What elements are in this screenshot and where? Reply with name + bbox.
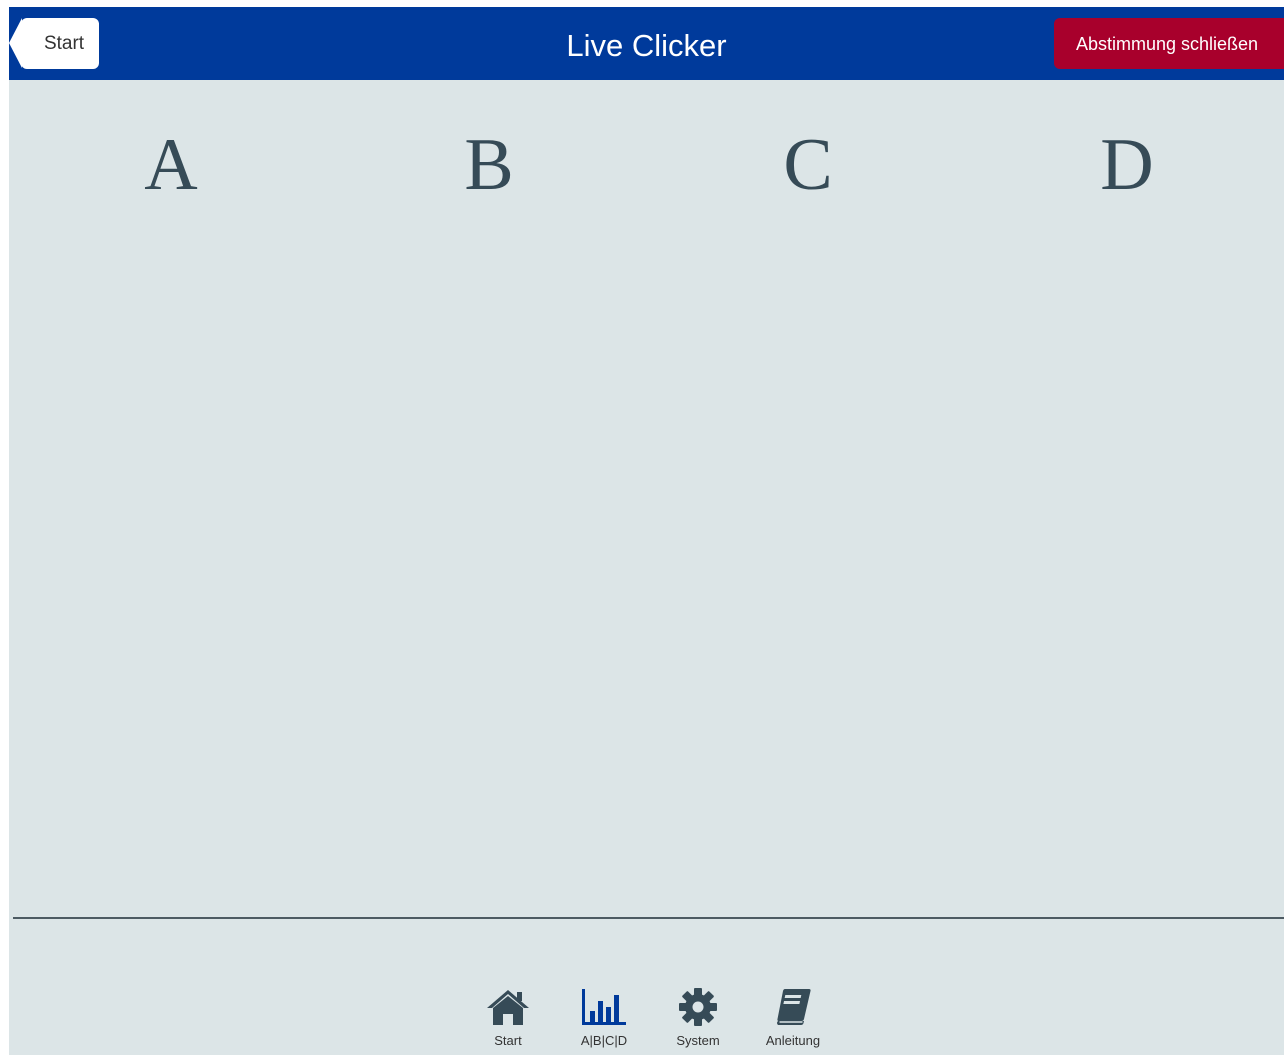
answer-option-b[interactable]: B [389, 117, 589, 227]
answer-option-a[interactable]: A [71, 117, 271, 227]
nav-label-abcd: A|B|C|D [580, 1033, 628, 1048]
gear-icon [679, 988, 717, 1026]
nav-item-system[interactable]: System [658, 987, 738, 1055]
answer-options: A B C D [9, 117, 1284, 227]
book-icon [777, 989, 811, 1025]
home-icon [487, 990, 529, 1025]
answer-option-d[interactable]: D [1027, 117, 1227, 227]
nav-item-anleitung[interactable]: Anleitung [753, 987, 833, 1055]
nav-label-anleitung: Anleitung [765, 1033, 821, 1048]
header-bar: Live Clicker Start Abstimmung schließen [9, 7, 1284, 80]
nav-item-start[interactable]: Start [468, 987, 548, 1055]
nav-label-system: System [676, 1033, 720, 1048]
live-clicker-app: Live Clicker Start Abstimmung schließen … [9, 7, 1284, 1055]
nav-label-start: Start [494, 1033, 522, 1048]
bar-chart-icon [582, 989, 626, 1025]
close-vote-button[interactable]: Abstimmung schließen [1054, 18, 1284, 69]
nav-item-abcd[interactable]: A|B|C|D [564, 987, 644, 1055]
answer-option-c[interactable]: C [708, 117, 908, 227]
bottom-nav: Start A|B|C|D System Anleitung [9, 977, 1284, 1055]
footer-divider [13, 917, 1284, 919]
back-button[interactable]: Start [9, 18, 99, 69]
